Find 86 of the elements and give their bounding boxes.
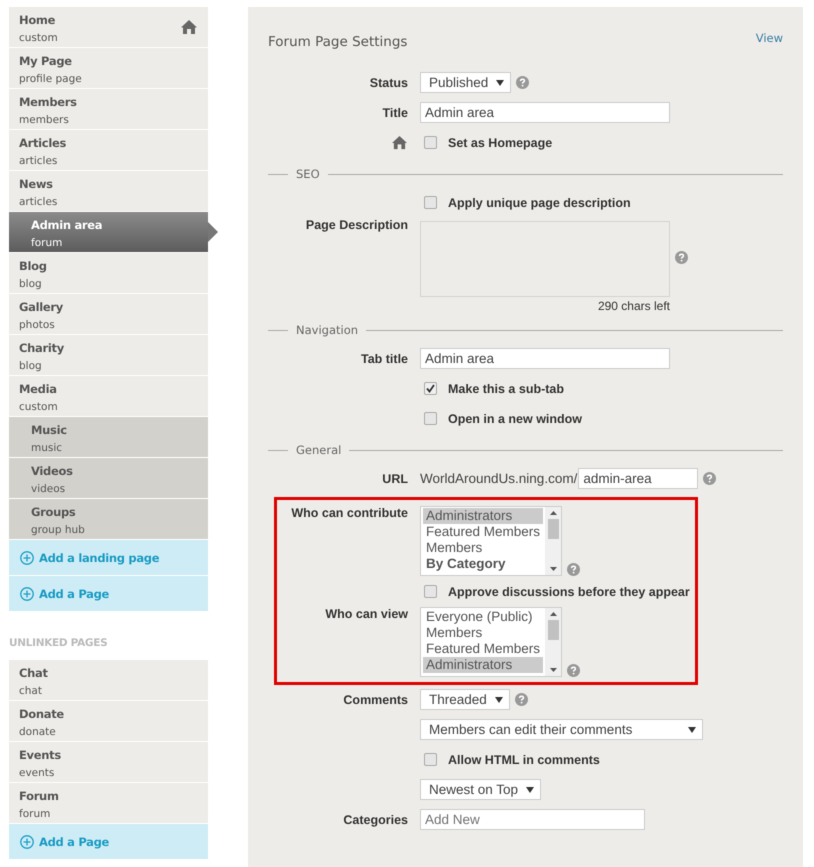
field-label: Who can contribute [290,506,408,520]
url-input[interactable]: admin-area [578,468,698,489]
list-option[interactable]: By Category [423,556,543,572]
list-option[interactable]: Administrators [423,657,543,673]
list-option[interactable]: Members [423,625,543,641]
field-label: Tab title [360,352,408,366]
viewers-listbox[interactable]: Everyone (Public) Members Featured Members Administrators [420,607,562,677]
scrollbar[interactable] [545,507,561,575]
scroll-down-icon[interactable] [550,668,556,672]
page-item[interactable]: Videos videos [9,458,208,498]
scroll-down-icon[interactable] [550,567,556,571]
list-option[interactable]: Members [423,540,543,556]
list-option[interactable]: Featured Members [423,641,543,657]
help-icon[interactable] [516,76,530,89]
character-count: 290 chars left [598,299,670,313]
tab-title-input[interactable]: Admin area [420,348,670,369]
field-label: Page Description [304,218,408,232]
list-option[interactable]: Administrators [423,508,543,524]
help-icon[interactable] [675,251,688,264]
page-item[interactable]: Events events [9,742,208,782]
order-dropdown[interactable]: Newest on Top [420,779,542,800]
page-item[interactable]: Articles articles [9,130,208,170]
page-item[interactable]: Donate donate [9,701,208,741]
checkbox[interactable] [424,382,437,395]
field-label: Comments [342,692,408,706]
checkbox[interactable] [424,196,437,209]
checkbox-label: Make this a sub-tab [448,382,564,396]
comments-dropdown[interactable]: Threaded [420,689,510,710]
field-label: Categories [342,812,408,826]
checkbox-label: Allow HTML in comments [448,752,600,766]
checkbox-label: Set as Homepage [448,136,552,150]
page-item[interactable]: Chat chat [9,660,208,700]
page-item[interactable]: News articles [9,171,208,211]
checkbox-label: Apply unique page description [448,196,631,210]
view-link[interactable]: View [756,31,783,45]
field-label: Who can view [324,607,408,621]
checkbox-label: Approve discussions before they appear [448,584,690,598]
page-item[interactable]: Members members [9,89,208,129]
scrollbar[interactable] [545,608,561,676]
categories-input[interactable]: Add New [420,809,645,830]
checkbox-label: Open in a new window [448,412,582,426]
pointer-icon [208,222,218,242]
scroll-thumb[interactable] [548,620,558,640]
field-label: URL [381,472,408,486]
checkbox[interactable] [424,753,437,766]
scroll-up-icon[interactable] [550,612,556,616]
page-item[interactable]: Gallery photos [9,294,208,334]
url-prefix: WorldAroundUs.ning.com/ [420,471,578,486]
section-heading: UNLINKED PAGES [9,637,108,649]
page-item[interactable]: Blog blog [9,253,208,293]
checkbox[interactable] [424,585,437,598]
checkbox[interactable] [424,136,437,149]
title-input[interactable]: Admin area [420,102,670,123]
section-heading: SEO [296,167,320,181]
caret-icon [496,80,504,86]
editing-dropdown[interactable]: Members can edit their comments [420,719,703,740]
page-item[interactable]: Forum forum [9,783,208,823]
caret-icon [688,726,696,732]
help-icon[interactable] [514,693,528,706]
panel-title: Forum Page Settings [268,33,408,50]
caret-icon [494,696,503,702]
home-icon [391,135,408,150]
page-item[interactable]: Home custom [9,7,208,47]
page-item[interactable]: My Page profile page [9,48,208,88]
contributors-listbox[interactable]: Administrators Featured Members Members By Category [420,506,562,576]
plus-icon [20,834,34,848]
section-heading: General [296,443,342,457]
plus-icon [20,586,34,600]
page-item[interactable]: Charity blog [9,335,208,375]
page-item[interactable]: Music music [9,417,208,457]
list-option[interactable]: Everyone (Public) [423,609,543,625]
list-option[interactable]: Featured Members [423,524,543,540]
page-item[interactable]: Groups group hub [9,499,208,539]
checkbox[interactable] [424,412,437,425]
scroll-thumb[interactable] [548,519,558,539]
help-icon[interactable] [703,472,716,485]
page-item[interactable]: Media custom [9,376,208,416]
help-icon[interactable] [567,664,580,677]
caret-icon [526,786,534,792]
field-label: Status [368,76,408,90]
status-dropdown[interactable]: Published [420,72,512,93]
section-heading: Navigation [296,323,358,337]
plus-icon [20,550,34,564]
help-icon[interactable] [567,563,580,576]
scroll-up-icon[interactable] [550,511,556,515]
field-label: Title [382,106,408,120]
